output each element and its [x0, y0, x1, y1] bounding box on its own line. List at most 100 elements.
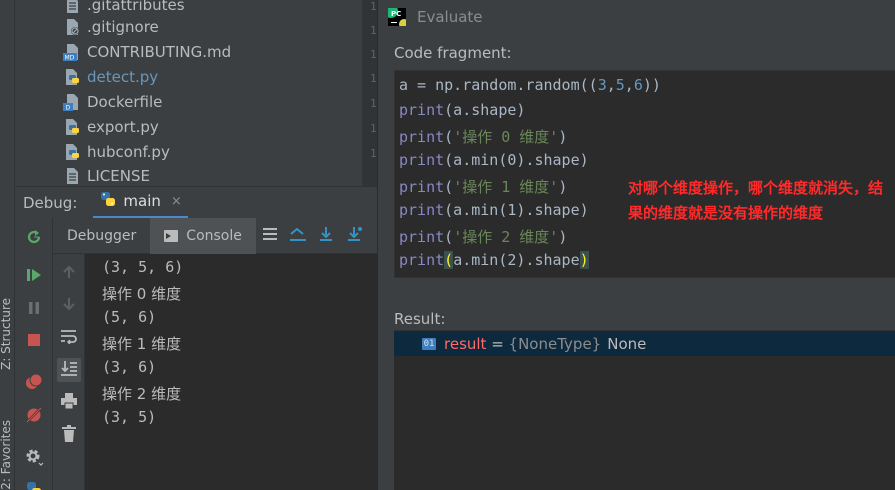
step-over-icon	[317, 226, 335, 246]
svg-text:MD: MD	[65, 54, 75, 61]
variable-icon: 01	[422, 337, 436, 350]
rerun-icon	[25, 228, 43, 250]
debug-session-name: main	[123, 192, 161, 210]
structure-tool-tab[interactable]: Z: Structure	[0, 298, 15, 370]
result-value: None	[607, 334, 647, 353]
print-button[interactable]	[57, 391, 81, 415]
result-equals: =	[486, 334, 509, 353]
resume-button[interactable]	[23, 266, 45, 288]
code-line: print('操作 0 维度')	[399, 128, 568, 146]
show-execution-point-button[interactable]	[284, 224, 312, 248]
result-label: Result:	[394, 310, 446, 328]
step-over-button[interactable]	[312, 224, 340, 248]
file-item[interactable]: export.py	[63, 114, 159, 139]
step-into-icon	[345, 226, 363, 246]
console-line: (3, 5)	[102, 408, 157, 426]
view-breakpoints-button[interactable]	[23, 373, 45, 395]
file-item[interactable]: LICENSE	[63, 163, 150, 186]
scroll-up-button[interactable]	[57, 262, 81, 286]
code-line: print('操作 1 维度')	[399, 178, 568, 196]
tab-debugger[interactable]: Debugger	[53, 218, 150, 254]
markdown-file-icon: MD	[63, 43, 81, 61]
file-name: Dockerfile	[87, 92, 163, 111]
file-item[interactable]: .gitignore	[63, 14, 159, 39]
text-file-icon	[63, 0, 81, 14]
soft-wrap-icon	[60, 328, 78, 348]
file-name: .gitignore	[87, 17, 159, 36]
file-item[interactable]: hubconf.py	[63, 139, 170, 164]
text-file-icon	[63, 167, 81, 185]
python-icon	[25, 480, 43, 490]
arrow-up-icon	[61, 264, 77, 284]
python-icon	[99, 190, 117, 212]
breakpoints-icon	[25, 373, 43, 395]
python-file-icon	[63, 118, 81, 136]
dialog-title: Evaluate	[417, 8, 483, 26]
console-icon	[164, 229, 179, 242]
code-line: print(a.shape)	[399, 101, 526, 119]
line-number: 1	[370, 122, 377, 135]
evaluate-dialog: PC Evaluate Code fragment: a = np.random…	[377, 0, 895, 490]
console-line: 操作 0 维度	[102, 285, 182, 303]
pycharm-logo-icon: PC	[388, 8, 406, 26]
python-file-icon	[63, 143, 81, 161]
code-fragment-label: Code fragment:	[394, 44, 512, 62]
tab-debugger-label: Debugger	[67, 227, 137, 244]
console-toolbar	[53, 254, 85, 490]
console-line: 操作 2 维度	[102, 385, 182, 403]
trash-icon	[61, 425, 77, 447]
console-line: (3, 5, 6)	[102, 258, 184, 276]
result-row[interactable]: 01 result = {NoneType} None	[394, 331, 895, 356]
tab-console[interactable]: Console	[150, 217, 256, 254]
file-name: CONTRIBUTING.md	[87, 42, 232, 61]
pause-button[interactable]	[23, 299, 45, 321]
python-file-icon	[63, 68, 81, 86]
line-number: 1	[370, 24, 377, 37]
stop-icon	[25, 331, 43, 353]
settings-button[interactable]	[23, 448, 45, 470]
file-name: hubconf.py	[87, 142, 170, 161]
debug-label: Debug:	[23, 193, 78, 212]
mute-breakpoints-icon	[25, 406, 43, 428]
mute-breakpoints-button[interactable]	[23, 406, 45, 428]
code-line: a = np.random.random((3,5,6))	[399, 76, 661, 94]
rerun-button[interactable]	[23, 228, 45, 250]
soft-wrap-button[interactable]	[57, 326, 81, 350]
console-line: (5, 6)	[102, 308, 157, 326]
code-fragment-editor[interactable]: a = np.random.random((3,5,6)) print(a.sh…	[394, 70, 895, 278]
layout-menu-button[interactable]	[256, 224, 284, 248]
line-number: 1	[370, 97, 377, 110]
clear-all-button[interactable]	[57, 424, 81, 448]
scroll-down-button[interactable]	[57, 294, 81, 318]
pause-icon	[25, 299, 43, 321]
tab-console-label: Console	[186, 227, 242, 244]
file-item[interactable]: detect.py	[63, 64, 158, 89]
gear-icon	[24, 447, 44, 471]
file-item[interactable]: D Dockerfile	[63, 89, 162, 114]
code-line: print('操作 2 维度')	[399, 228, 568, 246]
result-type: {NoneType}	[508, 334, 602, 353]
result-name: result	[444, 334, 487, 353]
console-output[interactable]: (3, 5, 6) 操作 0 维度 (5, 6) 操作 1 维度 (3, 6) …	[86, 254, 377, 490]
debug-session-tab[interactable]: main ×	[93, 187, 188, 219]
debugger-tabs-bar: Debugger Console	[53, 217, 377, 254]
annotation-note: 对哪个维度操作，哪个维度就消失，结果的维度就是没有操作的维度	[628, 179, 884, 222]
debug-tool-window-header: Debug: main ×	[15, 186, 377, 219]
python-console-button[interactable]	[23, 480, 45, 490]
step-into-button[interactable]	[340, 224, 368, 248]
code-line: print(a.min(1).shape)	[399, 201, 589, 219]
console-line: (3, 6)	[102, 358, 157, 376]
svg-text:D: D	[66, 104, 71, 111]
project-file-tree: .gitattributes .gitignore MD CONTRIBUTIN…	[15, 0, 362, 186]
scroll-to-end-button[interactable]	[57, 358, 81, 382]
editor-line-gutter: 1 1 1 1 1 1 1	[362, 0, 378, 186]
file-item[interactable]: MD CONTRIBUTING.md	[63, 39, 231, 64]
favorites-tool-tab[interactable]: 2: Favorites	[0, 420, 15, 490]
arrow-down-icon	[61, 296, 77, 316]
close-icon[interactable]: ×	[171, 194, 182, 209]
file-name: LICENSE	[87, 166, 150, 185]
file-name: detect.py	[87, 67, 159, 86]
debug-side-toolbar	[15, 218, 53, 490]
gitignore-file-icon	[63, 18, 81, 36]
stop-button[interactable]	[23, 331, 45, 353]
